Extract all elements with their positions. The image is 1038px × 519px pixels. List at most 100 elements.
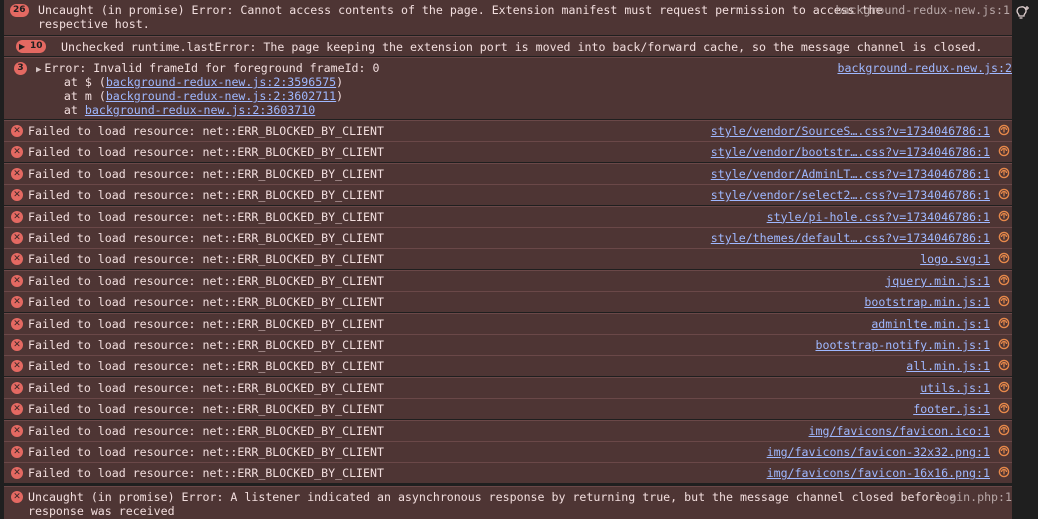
error-icon: ✕ [11, 232, 23, 244]
network-request-icon[interactable] [998, 145, 1010, 157]
console-message-error[interactable]: ✕ Failed to load resource: net::ERR_BLOCK… [4, 162, 1012, 184]
network-request-icon[interactable] [998, 466, 1010, 478]
error-icon: ✕ [11, 467, 23, 480]
message-text: Failed to load resource: net::ERR_BLOCKE… [28, 338, 384, 352]
console-message-error[interactable]: ✕ Failed to load resource: net::ERR_BLOCK… [4, 205, 1012, 227]
message-text: Failed to load resource: net::ERR_BLOCKE… [28, 380, 384, 395]
stack-trace: at $ (background-redux-new.js:2:3596575)… [36, 75, 344, 117]
console-message-error[interactable]: ✕ Failed to load resource: net::ERR_BLOCK… [4, 419, 1012, 441]
network-request-icon[interactable] [998, 295, 1010, 307]
network-request-icon[interactable] [998, 402, 1010, 414]
repeat-count-badge: 3 [14, 62, 27, 75]
stack-link[interactable]: background-redux-new.js:2:3602711 [106, 89, 336, 103]
source-link[interactable]: img/favicons/favicon-16x16.png:1 [767, 466, 990, 480]
source-link[interactable]: footer.js:1 [913, 402, 990, 416]
stack-link[interactable]: background-redux-new.js:2:3596575 [106, 75, 336, 89]
console-message-error[interactable]: ✕ Failed to load resource: net::ERR_BLOCK… [4, 462, 1012, 484]
console-message-error[interactable]: ✕ Failed to load resource: net::ERR_BLOCK… [4, 398, 1012, 420]
expand-triangle-icon[interactable]: ▶ [36, 65, 41, 75]
source-link[interactable]: bootstrap-notify.min.js:1 [815, 338, 990, 352]
console-message-error[interactable]: ▶ 10 Unchecked runtime.lastError: The pag… [4, 36, 1012, 56]
message-text: Failed to load resource: net::ERR_BLOCKE… [28, 466, 384, 481]
source-link[interactable]: jquery.min.js:1 [885, 274, 990, 288]
source-link[interactable]: img/favicons/favicon-32x32.png:1 [767, 445, 990, 459]
stack-link[interactable]: background-redux-new.js:2:3603710 [85, 103, 315, 117]
message-text: Failed to load resource: net::ERR_BLOCKE… [28, 145, 384, 160]
lightbulb-icon[interactable] [1014, 4, 1032, 22]
network-request-icon[interactable] [998, 274, 1010, 286]
source-link[interactable]: style/vendor/SourceS….css?v=1734046786:1 [711, 124, 990, 138]
console-message-error[interactable]: ✕ Failed to load resource: net::ERR_BLOCK… [4, 227, 1012, 248]
console-message-error[interactable]: ✕ Failed to load resource: net::ERR_BLOCK… [4, 291, 1012, 313]
message-text: Failed to load resource: net::ERR_BLOCKE… [28, 445, 384, 459]
message-text: Failed to load resource: net::ERR_BLOCKE… [28, 316, 384, 331]
source-link[interactable]: style/themes/default….css?v=1734046786:1 [711, 231, 990, 245]
console-message-error[interactable]: ✕ Failed to load resource: net::ERR_BLOCK… [4, 312, 1012, 334]
console-message-error[interactable]: ✕ Failed to load resource: net::ERR_BLOCK… [4, 334, 1012, 355]
network-request-icon[interactable] [998, 124, 1010, 136]
error-icon: ✕ [11, 296, 23, 309]
source-link[interactable]: adminlte.min.js:1 [871, 317, 990, 331]
error-icon: ✕ [11, 381, 23, 394]
network-request-icon[interactable] [998, 231, 1010, 243]
message-text: Failed to load resource: net::ERR_BLOCKE… [28, 231, 384, 245]
message-text: Failed to load resource: net::ERR_BLOCKE… [28, 423, 384, 438]
error-icon: ✕ [11, 253, 23, 266]
message-text: Failed to load resource: net::ERR_BLOCKE… [28, 295, 384, 310]
error-icon: ✕ [11, 339, 23, 351]
network-request-icon[interactable] [998, 188, 1010, 200]
network-request-icon[interactable] [998, 252, 1010, 264]
console-message-error[interactable]: ✕ Failed to load resource: net::ERR_BLOCK… [4, 141, 1012, 163]
source-link[interactable]: bootstrap.min.js:1 [864, 295, 990, 309]
error-icon: ✕ [11, 167, 23, 180]
source-link[interactable]: style/vendor/AdminLT….css?v=1734046786:1 [711, 167, 990, 181]
console-message-error[interactable]: ✕ Failed to load resource: net::ERR_BLOCK… [4, 248, 1012, 270]
repeat-count-badge: 26 [10, 4, 29, 17]
error-icon: ✕ [11, 317, 23, 330]
error-icon: ✕ [11, 146, 23, 159]
console-message-error[interactable]: ✕ Failed to load resource: net::ERR_BLOCK… [4, 376, 1012, 398]
console-message-error[interactable]: ✕ Failed to load resource: net::ERR_BLOCK… [4, 269, 1012, 291]
source-link[interactable]: style/pi-hole.css?v=1734046786:1 [767, 210, 990, 224]
network-request-icon[interactable] [998, 359, 1010, 371]
error-icon: ✕ [11, 274, 23, 287]
network-request-icon[interactable] [998, 381, 1010, 393]
console-message-error[interactable]: ✕ Failed to load resource: net::ERR_BLOCK… [4, 441, 1012, 462]
console-message-error[interactable]: ✕ Failed to load resource: net::ERR_BLOCK… [4, 355, 1012, 377]
error-icon: ✕ [11, 189, 23, 202]
error-icon: ✕ [11, 424, 23, 437]
console-message-error[interactable]: ✕ Failed to load resource: net::ERR_BLOCK… [4, 120, 1012, 141]
message-text: Uncaught (in promise) Error: Cannot acce… [38, 3, 883, 31]
network-request-icon[interactable] [998, 445, 1010, 457]
source-link[interactable]: background-redux-new.js:1 [835, 3, 1010, 17]
console-message-error[interactable]: 3 ▶ Error: Invalid frameId for foreground… [4, 57, 1012, 119]
console-message-error[interactable]: 26 Uncaught (in promise) Error: Cannot a… [4, 0, 1012, 35]
source-link[interactable]: background-redux-new.js:2 [837, 61, 1012, 75]
source-link[interactable]: style/vendor/bootstr….css?v=1734046786:1 [711, 145, 990, 159]
message-text: Uncaught (in promise) Error: A listener … [28, 490, 957, 518]
message-text: Failed to load resource: net::ERR_BLOCKE… [28, 124, 384, 138]
source-link[interactable]: style/vendor/select2….css?v=1734046786:1 [711, 188, 990, 202]
source-link[interactable]: login.php:1 [935, 490, 1012, 504]
console-message-error[interactable]: ✕ Uncaught (in promise) Error: A listene… [4, 486, 1012, 519]
network-request-icon[interactable] [998, 167, 1010, 179]
error-icon: ✕ [11, 360, 23, 373]
message-text: Failed to load resource: net::ERR_BLOCKE… [28, 359, 384, 374]
source-link[interactable]: all.min.js:1 [906, 359, 990, 373]
message-text: Failed to load resource: net::ERR_BLOCKE… [28, 252, 384, 267]
error-icon: ✕ [11, 446, 23, 458]
network-request-icon[interactable] [998, 338, 1010, 350]
network-request-icon[interactable] [998, 317, 1010, 329]
error-icon: ✕ [11, 210, 23, 223]
source-link[interactable]: logo.svg:1 [920, 252, 990, 266]
console-message-error[interactable]: ✕ Failed to load resource: net::ERR_BLOCK… [4, 184, 1012, 206]
expand-arrow-icon: ▶ [19, 42, 26, 51]
message-text: Unchecked runtime.lastError: The page ke… [61, 40, 983, 54]
network-request-icon[interactable] [998, 210, 1010, 222]
source-link[interactable]: img/favicons/favicon.ico:1 [809, 424, 990, 438]
network-request-icon[interactable] [998, 424, 1010, 436]
error-icon: ✕ [11, 403, 23, 416]
message-text: Failed to load resource: net::ERR_BLOCKE… [28, 166, 384, 181]
message-text: Failed to load resource: net::ERR_BLOCKE… [28, 188, 384, 203]
source-link[interactable]: utils.js:1 [920, 381, 990, 395]
